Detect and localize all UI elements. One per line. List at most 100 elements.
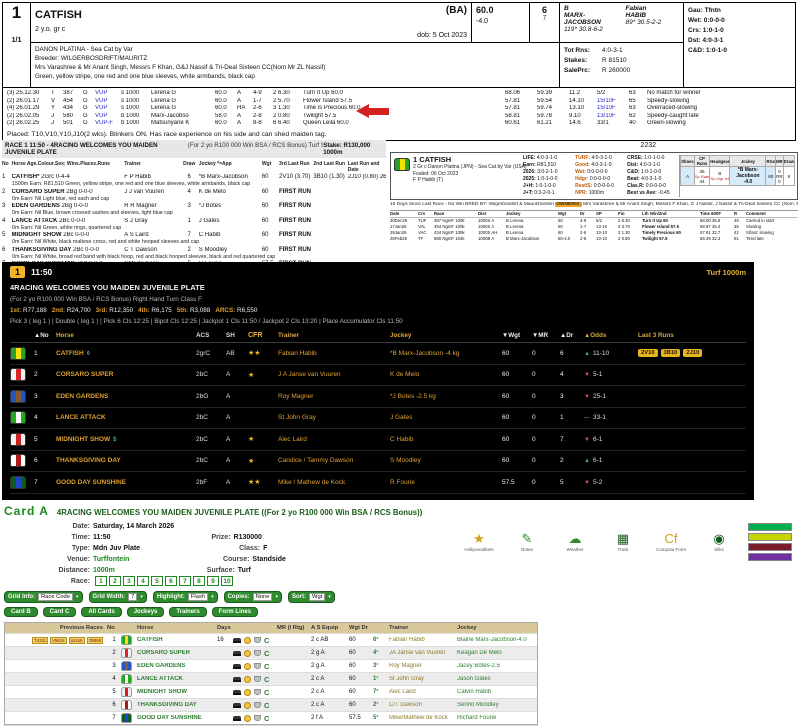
jockey-name[interactable]: Blaine Marx-Jacobson-4.0 — [457, 637, 535, 643]
horse-name[interactable]: CORSARO SUPER — [137, 650, 217, 656]
trainer-name[interactable]: Alec Laird — [389, 689, 457, 695]
last-run-chip[interactable]: 3B10 — [661, 349, 681, 357]
jockey-name[interactable]: Keagan De Melo — [457, 650, 535, 656]
race-number-button[interactable]: 8 — [193, 576, 205, 586]
toolbar-icon[interactable]: ☁ Weather — [558, 531, 592, 552]
race-number-button[interactable]: 1 — [95, 576, 107, 586]
race-number-button[interactable]: 2 — [109, 576, 121, 586]
hat-icon[interactable] — [233, 651, 241, 656]
race-number-button[interactable]: 7 — [179, 576, 191, 586]
horse-name[interactable]: LANCE ATTACK — [137, 676, 217, 682]
dropdown-value[interactable]: Race Code — [38, 593, 73, 601]
card-button[interactable]: All Cards — [81, 607, 121, 617]
trainer-name[interactable]: St John Gray — [389, 676, 457, 682]
card-a-row[interactable]: 3 EDEN GARDENS C 2 g A 60 3* — [5, 659, 537, 672]
race-venue[interactable]: Turffontein — [93, 556, 129, 563]
race-number-button[interactable]: 6 — [165, 576, 177, 586]
previous-race-chip[interactable]: T4311 — [32, 637, 48, 644]
runner-row[interactable]: 7 GOOD DAY SUNSHINE 2bF A ★★ Mike / Math… — [10, 472, 746, 494]
trainer-name[interactable]: Roy Magner — [389, 663, 457, 669]
dropdown-value[interactable]: Flash — [188, 593, 208, 601]
runner-row[interactable]: 4 LANCE ATTACK 2bC A St John Gray J Gate… — [10, 408, 746, 430]
jockey-name[interactable]: Richard Fourie — [457, 715, 535, 721]
race-number-button[interactable]: 5 — [151, 576, 163, 586]
tips-icon[interactable] — [254, 676, 261, 682]
dropdown-value[interactable]: Wgt — [309, 593, 325, 601]
field-list-row[interactable]: 1 CATFISH* 2Grc 0-4-4 F P Habib 6 *B Mar… — [2, 174, 386, 188]
computaform-icon[interactable]: C — [264, 688, 269, 697]
form-table-row[interactable]: 25Feb26 TF 580 NgmF 104k 1000B A B Marx-… — [390, 236, 798, 242]
horse-name[interactable]: THANKSGIVING DAY — [137, 702, 217, 708]
runner-row[interactable]: 1 CATFISH◊ 2grC AB ★★ Fabian Habib *B Ma… — [10, 343, 746, 365]
form-icon[interactable] — [244, 637, 251, 644]
form-icon[interactable] — [244, 689, 251, 696]
dropdown-value[interactable]: None — [253, 593, 273, 601]
tips-icon[interactable] — [254, 689, 261, 695]
runner-row[interactable]: 3 EDEN GARDENS 2bG A Roy Magner *J Botes… — [10, 386, 746, 408]
runner-row[interactable]: 6 THANKSGIVING DAY 2bC A ★ Candice / Tam… — [10, 451, 746, 473]
form-line[interactable]: (2) 26.02.05 J 580 G VUP b 1000 Marx-Jac… — [7, 113, 791, 121]
horse-name[interactable]: MIDNIGHT SHOW — [137, 689, 217, 695]
form-icon[interactable] — [244, 715, 251, 722]
field-list-row[interactable]: 2 CORSARO SUPER 2Bg 0-0-0 J J van Vuuren… — [2, 189, 386, 203]
computaform-icon[interactable]: C — [264, 649, 269, 658]
hat-icon[interactable] — [233, 664, 241, 669]
race-number-button[interactable]: 3 — [123, 576, 135, 586]
control-dropdown[interactable]: Sort: Wgt ▾ — [288, 591, 335, 603]
hat-icon[interactable] — [233, 716, 241, 721]
card-a-row[interactable]: T4311 V5614 a1416 7B868 1 CATFISH 16 — [5, 633, 537, 646]
hat-icon[interactable] — [233, 703, 241, 708]
card-a-row[interactable]: 7 GOOD DAY SUNSHINE C 2 f A 57.5 — [5, 711, 537, 724]
control-dropdown[interactable]: Highlight: Flash ▾ — [153, 591, 218, 603]
trainer-name[interactable]: C/T Dawson — [389, 702, 457, 708]
hat-icon[interactable] — [233, 677, 241, 682]
tips-icon[interactable] — [254, 715, 261, 721]
computaform-icon[interactable]: C — [264, 662, 269, 671]
last-run-chip[interactable]: 2J10 — [683, 349, 702, 357]
toolbar-icon[interactable]: ▦ Track — [606, 531, 640, 552]
card-button[interactable]: Card B — [4, 607, 38, 617]
toolbar-icon[interactable]: Cf Computa Form — [654, 531, 688, 552]
trainer-name[interactable]: Mike/Mathew de Kock — [389, 715, 457, 721]
card-a-row[interactable]: 2 CORSARO SUPER C 2 g A 60 4 — [5, 646, 537, 659]
previous-race-chip[interactable]: V5614 — [50, 637, 66, 644]
card-a-row[interactable]: 5 MIDNIGHT SHOW C 2 c A 60 7 — [5, 685, 537, 698]
jockey-name[interactable]: Jacey Botes-2.5 — [457, 663, 535, 669]
horse-name[interactable]: EDEN GARDENS — [137, 663, 217, 669]
trainer-name[interactable]: Fabian Habib — [389, 637, 457, 643]
field-list-row[interactable]: 5 MIDNIGHT SHOW 2Bc 0-0-0 A S Laird 7 C … — [2, 232, 386, 246]
card-a-row[interactable]: 4 LANCE ATTACK C 2 c A 60 1* — [5, 672, 537, 685]
form-icon[interactable] — [244, 676, 251, 683]
hat-icon[interactable] — [233, 638, 241, 643]
computaform-icon[interactable]: C — [264, 701, 269, 710]
race-number-button[interactable]: 10 — [221, 576, 233, 586]
form-icon[interactable] — [244, 650, 251, 657]
form-line[interactable]: (3) 25.12.30 T 387 G VUP s 1000 Lerena G… — [7, 90, 791, 98]
computaform-icon[interactable]: C — [264, 675, 269, 684]
hat-icon[interactable] — [233, 690, 241, 695]
runner-row[interactable]: 5 MIDNIGHT SHOW$ 2bC A ★ Alec Laird C Ha… — [10, 429, 746, 451]
control-dropdown[interactable]: Copies: None ▾ — [224, 591, 282, 603]
field-list-row[interactable]: 4 LANCE ATTACK 2Bc 0-0-0 S J Gray 1 J Ga… — [2, 218, 386, 232]
jockey-name[interactable]: Jason Gates — [457, 676, 535, 682]
toolbar-icon[interactable]: ★ Hollywoodbets — [462, 531, 496, 552]
previous-race-chip[interactable]: 7B868 — [87, 637, 103, 644]
last-run-chip[interactable]: 2V10 — [638, 349, 658, 357]
trainer-name[interactable]: JA Janse van Vuuren — [389, 650, 457, 656]
control-dropdown[interactable]: Grid Width: 7 ▾ — [89, 591, 147, 603]
card-a-row[interactable]: 6 THANKSGIVING DAY C 2 c A 60 — [5, 698, 537, 711]
runner-row[interactable]: 2 CORSARO SUPER 2bC A ★ J A Janse van Vu… — [10, 365, 746, 387]
toolbar-icon[interactable]: ✎ Notes — [510, 531, 544, 552]
dropdown-value[interactable]: 7 — [128, 593, 137, 601]
card-button[interactable]: Form Lines — [212, 607, 258, 617]
card-button[interactable]: Trainers — [169, 607, 206, 617]
tips-icon[interactable] — [254, 663, 261, 669]
jockey-name[interactable]: Serino Moodley — [457, 702, 535, 708]
horse-name[interactable]: CATFISH — [137, 637, 217, 643]
tips-icon[interactable] — [254, 702, 261, 708]
control-dropdown[interactable]: Grid Info: Race Code ▾ — [4, 591, 83, 603]
form-icon[interactable] — [244, 663, 251, 670]
tips-icon[interactable] — [254, 637, 261, 643]
form-line[interactable]: (2) 26.01.17 V 454 G VUP s 1000 Lerena G… — [7, 98, 791, 106]
race-number-button[interactable]: 9 — [207, 576, 219, 586]
